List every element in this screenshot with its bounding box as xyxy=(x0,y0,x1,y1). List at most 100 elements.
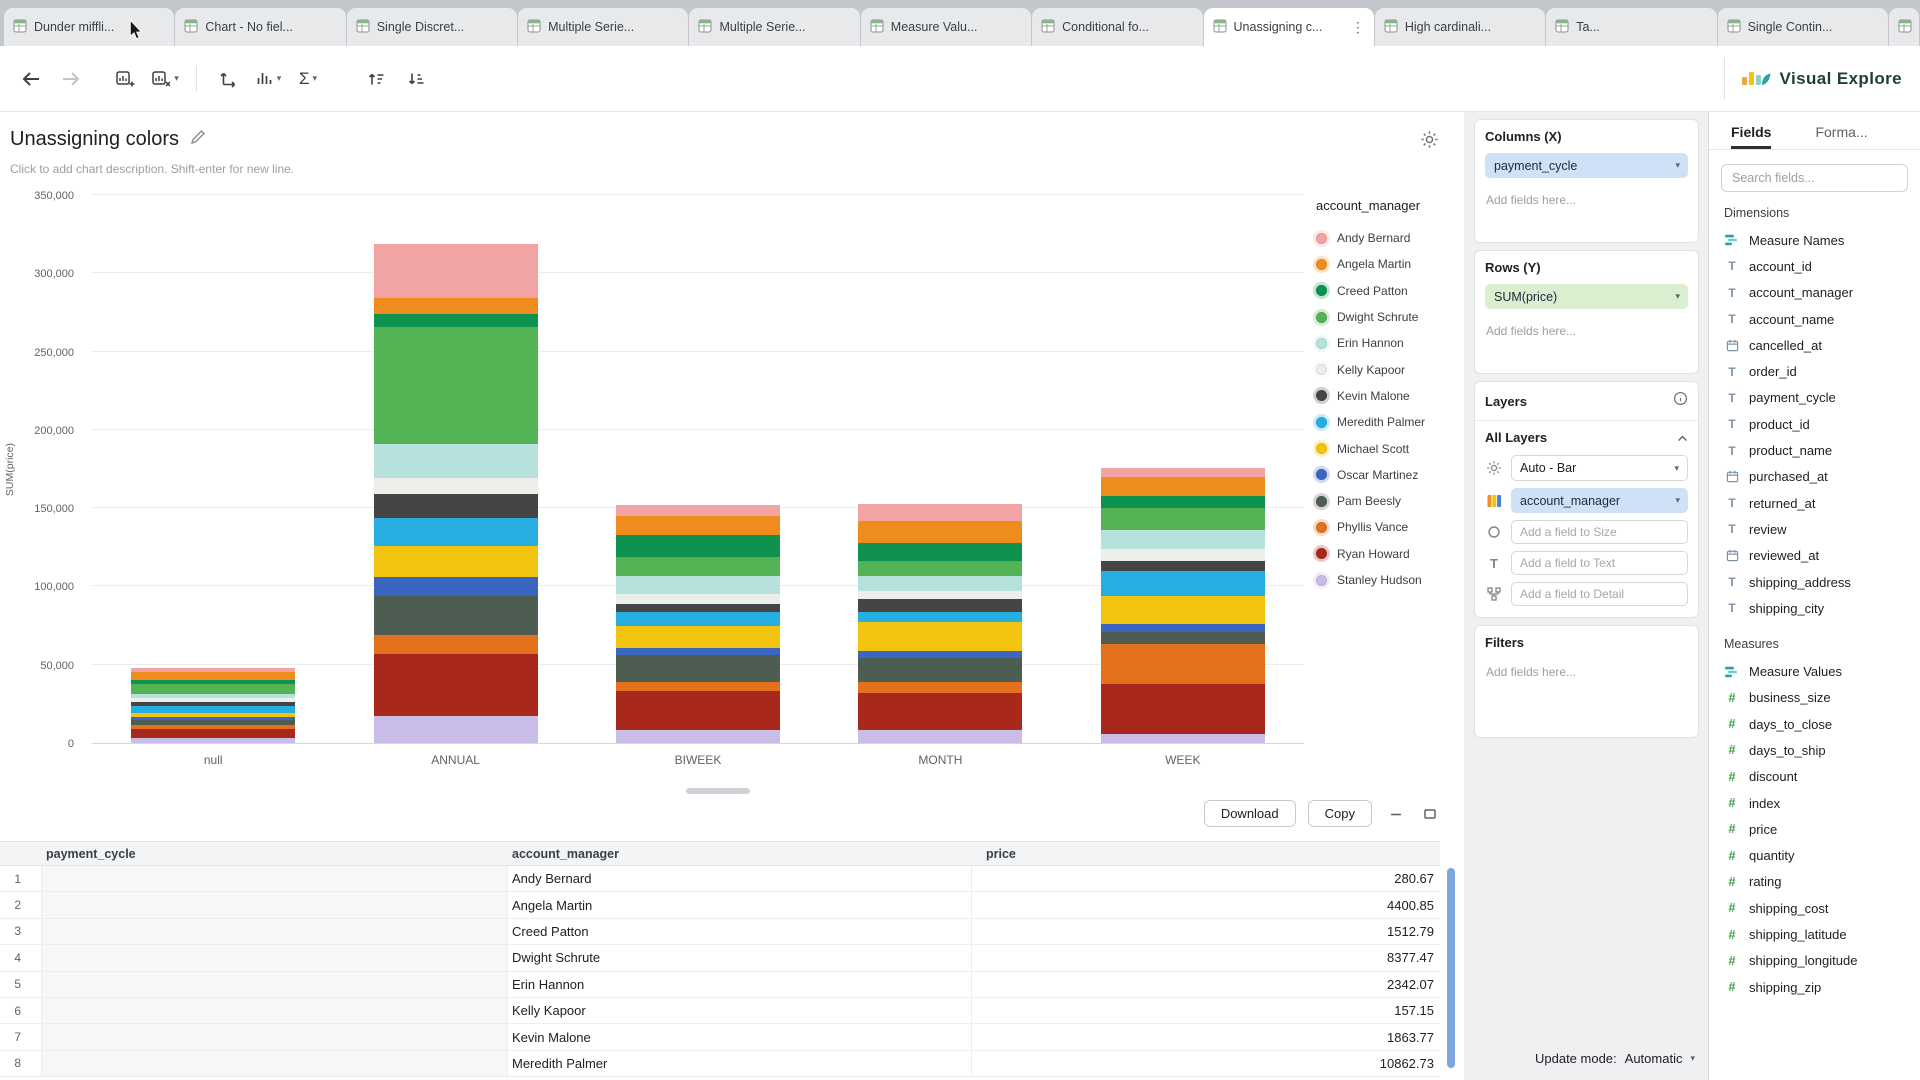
duplicate-chart-button[interactable] xyxy=(108,62,142,96)
remove-chart-button[interactable]: ▾ xyxy=(148,62,182,96)
mark-type-select[interactable]: Auto - Bar ▾ xyxy=(1511,455,1688,481)
bar-segment[interactable] xyxy=(374,494,538,517)
field-item[interactable]: purchased_at xyxy=(1709,464,1920,490)
column-header[interactable]: payment_cycle xyxy=(42,847,508,861)
field-item[interactable]: #quantity xyxy=(1709,843,1920,869)
legend-item[interactable]: Oscar Martinez xyxy=(1316,462,1464,488)
legend-item[interactable]: Angela Martin xyxy=(1316,251,1464,277)
bar-segment[interactable] xyxy=(131,684,295,693)
table-row[interactable]: 4Dwight Schrute8377.47 xyxy=(0,945,1440,971)
detail-field-input[interactable] xyxy=(1511,582,1688,606)
field-item[interactable]: Tshipping_city xyxy=(1709,595,1920,621)
rows-drop-placeholder[interactable]: Add fields here... xyxy=(1486,324,1688,338)
size-field-input[interactable] xyxy=(1511,520,1688,544)
field-item[interactable]: Torder_id xyxy=(1709,358,1920,384)
table-row[interactable]: 6Kelly Kapoor157.15 xyxy=(0,998,1440,1024)
bar-segment[interactable] xyxy=(858,682,1022,693)
bar-segment[interactable] xyxy=(616,516,780,535)
results-scrollbar[interactable] xyxy=(1447,868,1455,1068)
legend-item[interactable]: Kevin Malone xyxy=(1316,383,1464,409)
columns-drop-placeholder[interactable]: Add fields here... xyxy=(1486,193,1688,207)
bar-segment[interactable] xyxy=(858,521,1022,543)
forward-button[interactable] xyxy=(54,62,88,96)
bar-segment[interactable] xyxy=(374,444,538,478)
bar-segment[interactable] xyxy=(616,557,780,576)
browser-tab[interactable]: Conditional fo... xyxy=(1032,8,1202,46)
bar-segment[interactable] xyxy=(374,546,538,577)
bar-segment[interactable] xyxy=(1101,571,1265,596)
field-item[interactable]: cancelled_at xyxy=(1709,332,1920,358)
bar-MONTH[interactable] xyxy=(858,504,1022,743)
table-row[interactable]: 1Andy Bernard280.67 xyxy=(0,866,1440,892)
browser-tab[interactable]: Chart - No fiel... xyxy=(175,8,345,46)
field-item[interactable]: Taccount_name xyxy=(1709,306,1920,332)
chart-description[interactable]: Click to add chart description. Shift-en… xyxy=(10,162,294,176)
bar-segment[interactable] xyxy=(374,596,538,635)
bar-segment[interactable] xyxy=(858,561,1022,575)
browser-tab[interactable]: Single Discret... xyxy=(347,8,517,46)
bar-segment[interactable] xyxy=(1101,734,1265,743)
search-fields-input[interactable] xyxy=(1721,164,1908,192)
bar-segment[interactable] xyxy=(858,651,1022,659)
browser-tab[interactable]: Measure Valu... xyxy=(861,8,1031,46)
bar-segment[interactable] xyxy=(858,543,1022,562)
field-item[interactable]: #shipping_latitude xyxy=(1709,921,1920,947)
field-item[interactable]: #business_size xyxy=(1709,685,1920,711)
text-field-input[interactable] xyxy=(1511,551,1688,575)
bar-segment[interactable] xyxy=(858,693,1022,731)
bar-segment[interactable] xyxy=(858,622,1022,650)
field-item[interactable]: #shipping_longitude xyxy=(1709,948,1920,974)
field-chip-payment-cycle[interactable]: payment_cycle ▾ xyxy=(1485,153,1688,178)
legend-item[interactable]: Kelly Kapoor xyxy=(1316,356,1464,382)
field-chip-sum-price[interactable]: SUM(price) ▾ xyxy=(1485,284,1688,309)
field-chip-account-manager[interactable]: account_manager ▾ xyxy=(1511,488,1688,513)
bar-segment[interactable] xyxy=(131,738,295,743)
edit-title-icon[interactable] xyxy=(190,129,206,150)
tab-format[interactable]: Forma... xyxy=(1815,118,1867,149)
field-item[interactable]: Measure Names xyxy=(1709,227,1920,253)
bar-segment[interactable] xyxy=(1101,596,1265,624)
legend-item[interactable]: Erin Hannon xyxy=(1316,330,1464,356)
field-item[interactable]: Taccount_id xyxy=(1709,253,1920,279)
field-item[interactable]: #discount xyxy=(1709,764,1920,790)
column-header[interactable]: account_manager xyxy=(508,847,972,861)
bar-segment[interactable] xyxy=(858,591,1022,599)
bar-segment[interactable] xyxy=(374,654,538,717)
field-item[interactable]: #shipping_cost xyxy=(1709,895,1920,921)
bar-segment[interactable] xyxy=(374,635,538,654)
field-item[interactable]: Measure Values xyxy=(1709,658,1920,684)
field-item[interactable]: #index xyxy=(1709,790,1920,816)
collapse-chevron-icon[interactable] xyxy=(1677,430,1688,445)
aggregate-button[interactable]: Σ ▾ xyxy=(291,62,325,96)
legend-item[interactable]: Creed Patton xyxy=(1316,278,1464,304)
bar-segment[interactable] xyxy=(374,298,538,314)
bar-segment[interactable] xyxy=(1101,644,1265,683)
legend-item[interactable]: Dwight Schrute xyxy=(1316,304,1464,330)
field-item[interactable]: Tpayment_cycle xyxy=(1709,385,1920,411)
bar-segment[interactable] xyxy=(616,604,780,612)
filters-drop-placeholder[interactable]: Add fields here... xyxy=(1486,665,1688,679)
field-item[interactable]: #days_to_close xyxy=(1709,711,1920,737)
table-row[interactable]: 3Creed Patton1512.79 xyxy=(0,919,1440,945)
field-item[interactable]: Tproduct_id xyxy=(1709,411,1920,437)
legend-item[interactable]: Stanley Hudson xyxy=(1316,567,1464,593)
browser-tab[interactable]: Single Contin... xyxy=(1718,8,1888,46)
table-row[interactable]: 5Erin Hannon2342.07 xyxy=(0,972,1440,998)
sort-ascending-button[interactable] xyxy=(359,62,393,96)
field-item[interactable]: Treview xyxy=(1709,516,1920,542)
field-item[interactable]: #price xyxy=(1709,816,1920,842)
bar-segment[interactable] xyxy=(374,244,538,299)
field-item[interactable]: #shipping_zip xyxy=(1709,974,1920,1000)
bar-segment[interactable] xyxy=(858,658,1022,681)
bar-segment[interactable] xyxy=(616,691,780,730)
field-item[interactable]: reviewed_at xyxy=(1709,543,1920,569)
maximize-results-icon[interactable] xyxy=(1420,804,1440,824)
bar-segment[interactable] xyxy=(374,314,538,327)
legend-item[interactable]: Michael Scott xyxy=(1316,435,1464,461)
bar-segment[interactable] xyxy=(616,648,780,656)
bar-null[interactable] xyxy=(131,668,295,743)
bar-segment[interactable] xyxy=(858,599,1022,612)
field-item[interactable]: Taccount_manager xyxy=(1709,280,1920,306)
chart-settings-gear-icon[interactable] xyxy=(1420,130,1439,154)
legend-item[interactable]: Andy Bernard xyxy=(1316,225,1464,251)
